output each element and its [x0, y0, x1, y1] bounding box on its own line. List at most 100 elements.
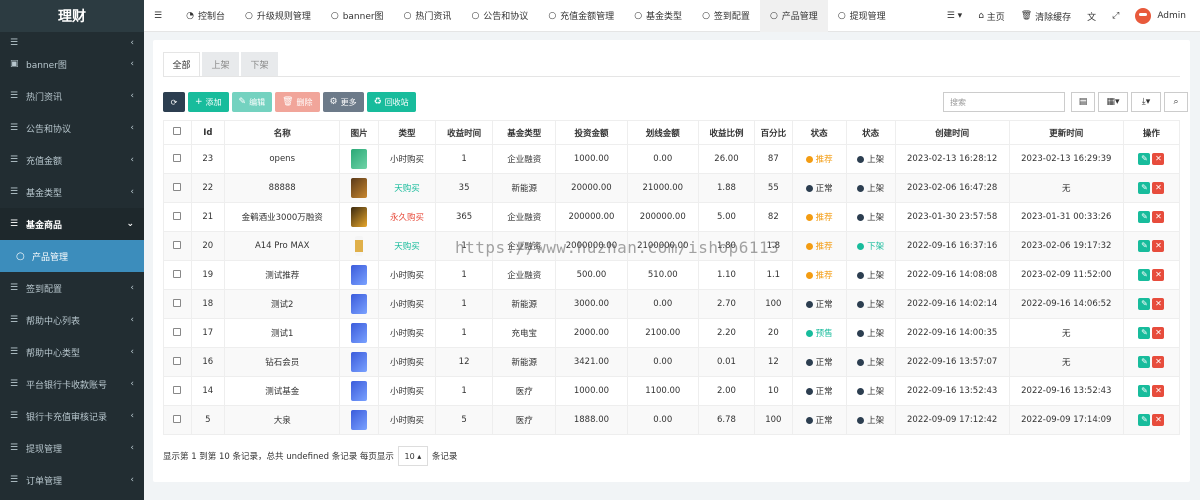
edit-button[interactable]: ✎ 编辑 [231, 92, 273, 112]
column-header[interactable]: 状态 [845, 120, 896, 145]
sidebar-item-6[interactable]: ☰ 基金商品 ⌄ [0, 208, 144, 240]
row-edit-button[interactable]: ✎ [1138, 385, 1151, 397]
top-tab-2[interactable]: ○ banner图 [321, 0, 394, 32]
columns-button[interactable]: ▦▾ [1098, 92, 1128, 112]
row-checkbox[interactable] [173, 269, 182, 278]
export-button[interactable]: ⤓▾ [1131, 92, 1161, 112]
table-row[interactable]: 22 88888 天购买 35 新能源 20000.00 21000.00 1.88 55 正常 上… [163, 173, 1181, 203]
table-row[interactable]: 23 opens 小时购买 1 企业融资 1000.00 0.00 26.00 87 推荐 上架 20… [163, 144, 1181, 174]
top-tab-5[interactable]: ○ 充值金额管理 [538, 0, 624, 32]
column-header[interactable]: 创建时间 [894, 120, 1010, 145]
table-row[interactable]: 14 测试基金 小时购买 1 医疗 1000.00 1100.00 2.00 10 正常 上架 202… [163, 376, 1181, 406]
top-tab-4[interactable]: ○ 公告和协议 [461, 0, 538, 32]
table-row[interactable]: 18 测试2 小时购买 1 新能源 3000.00 0.00 2.70 100 正常 上架 2022-… [163, 289, 1181, 319]
sidebar-item-12[interactable]: ☰ 银行卡充值审核记录 ‹ [0, 400, 144, 432]
row-edit-button[interactable]: ✎ [1138, 240, 1151, 252]
clear-cache-button[interactable]: 🗑 清除缓存 [1013, 10, 1079, 23]
row-checkbox[interactable] [173, 327, 182, 336]
row-checkbox[interactable] [173, 414, 182, 423]
sidebar-item-13[interactable]: ☰ 提现管理 ‹ [0, 432, 144, 464]
row-delete-button[interactable]: ✕ [1152, 182, 1165, 194]
sidebar-item-5[interactable]: ☰ 基金类型 ‹ [0, 176, 144, 208]
table-row[interactable]: 20 A14 Pro MAX 天购买 1 企业融资 2000000.00 2100000.0… [163, 231, 1181, 261]
sidebar-item-1[interactable]: ▣ banner图 ‹ [0, 48, 144, 80]
row-edit-button[interactable]: ✎ [1138, 182, 1151, 194]
sidebar-item-11[interactable]: ☰ 平台银行卡收款账号 ‹ [0, 368, 144, 400]
table-row[interactable]: 19 测试推荐 小时购买 1 企业融资 500.00 510.00 1.10 1.1 推荐 上架 20… [163, 260, 1181, 290]
top-tab-0[interactable]: ◔ 控制台 [176, 0, 235, 32]
row-delete-button[interactable]: ✕ [1152, 385, 1165, 397]
table-row[interactable]: 16 钻石会员 小时购买 12 新能源 3421.00 0.00 0.01 12 正常 上架 2022… [163, 347, 1181, 377]
column-header[interactable]: Id [190, 120, 226, 145]
row-edit-button[interactable]: ✎ [1138, 153, 1151, 165]
column-header[interactable]: 操作 [1122, 120, 1181, 145]
status-tab-2[interactable]: 下架 [241, 52, 278, 76]
row-checkbox[interactable] [173, 385, 182, 394]
toggle-view-button[interactable]: ▤ [1071, 92, 1095, 112]
product-thumbnail[interactable] [355, 236, 364, 256]
row-checkbox[interactable] [173, 182, 182, 191]
column-header[interactable]: 百分比 [753, 120, 793, 145]
sidebar-item-10[interactable]: ☰ 帮助中心类型 ‹ [0, 336, 144, 368]
row-checkbox[interactable] [173, 240, 182, 249]
row-delete-button[interactable]: ✕ [1152, 327, 1165, 339]
sidebar-item-3[interactable]: ☰ 公告和协议 ‹ [0, 112, 144, 144]
product-thumbnail[interactable] [351, 323, 368, 343]
row-delete-button[interactable]: ✕ [1152, 414, 1165, 426]
refresh-button[interactable]: ⟳ [163, 92, 185, 112]
sidebar-item-14[interactable]: ☰ 订单管理 ‹ [0, 464, 144, 496]
row-edit-button[interactable]: ✎ [1138, 269, 1151, 281]
column-header[interactable]: 投资金额 [555, 120, 628, 145]
column-header[interactable]: 类型 [377, 120, 437, 145]
top-tab-3[interactable]: ○ 热门资讯 [394, 0, 462, 32]
row-edit-button[interactable]: ✎ [1138, 414, 1151, 426]
product-thumbnail[interactable] [351, 352, 368, 372]
column-header[interactable]: 更新时间 [1008, 120, 1124, 145]
top-tab-1[interactable]: ○ 升级规则管理 [235, 0, 321, 32]
top-tab-8[interactable]: ○ 产品管理 [759, 0, 828, 32]
row-delete-button[interactable]: ✕ [1152, 356, 1165, 368]
add-button[interactable]: + 添加 [188, 92, 229, 112]
column-header[interactable]: 基金类型 [492, 120, 557, 145]
sidebar-item-4[interactable]: ☰ 充值金额 ‹ [0, 144, 144, 176]
top-tab-9[interactable]: ○ 提现管理 [828, 0, 896, 32]
sidebar-item-7[interactable]: ○ 产品管理 [0, 240, 144, 272]
page-size-select[interactable]: 10 ▴ [397, 446, 428, 466]
product-thumbnail[interactable] [351, 381, 368, 401]
app-logo[interactable]: 理财 [0, 0, 144, 32]
row-delete-button[interactable]: ✕ [1152, 269, 1165, 281]
row-edit-button[interactable]: ✎ [1138, 298, 1151, 310]
top-tab-6[interactable]: ○ 基金类型 [624, 0, 692, 32]
row-edit-button[interactable]: ✎ [1138, 327, 1151, 339]
sidebar-item-8[interactable]: ☰ 签到配置 ‹ [0, 272, 144, 304]
row-checkbox[interactable] [173, 298, 182, 307]
status-tab-0[interactable]: 全部 [163, 52, 200, 76]
column-header[interactable]: 名称 [224, 120, 341, 145]
row-checkbox[interactable] [173, 211, 182, 220]
recycle-bin-button[interactable]: ♻ 回收站 [366, 92, 416, 112]
delete-button[interactable]: 🗑 删除 [275, 92, 320, 112]
sidebar-toggle-button[interactable]: ☰ [144, 0, 176, 32]
column-header[interactable]: 图片 [339, 120, 379, 145]
column-header[interactable]: 收益时间 [435, 120, 494, 145]
row-checkbox[interactable] [173, 356, 182, 365]
row-edit-button[interactable]: ✎ [1138, 356, 1151, 368]
column-header[interactable]: 状态 [791, 120, 847, 145]
table-row[interactable]: 5 大泉 小时购买 5 医疗 1888.00 0.00 6.78 100 正常 上架 2022-09-… [163, 405, 1181, 435]
select-all-checkbox[interactable] [173, 127, 182, 135]
home-link[interactable]: ⌂ 主页 [970, 10, 1013, 23]
user-menu[interactable]: Admin [1127, 8, 1200, 24]
product-thumbnail[interactable] [351, 178, 368, 198]
row-edit-button[interactable]: ✎ [1138, 211, 1151, 223]
product-thumbnail[interactable] [351, 149, 368, 169]
row-delete-button[interactable]: ✕ [1152, 298, 1165, 310]
fullscreen-button[interactable]: ⤢ [1104, 11, 1127, 21]
sidebar-item-2[interactable]: ☰ 热门资讯 ‹ [0, 80, 144, 112]
row-delete-button[interactable]: ✕ [1152, 153, 1165, 165]
status-tab-1[interactable]: 上架 [202, 52, 239, 76]
product-thumbnail[interactable] [351, 265, 368, 285]
sidebar-item-0[interactable]: ☰ ‹ [0, 32, 144, 48]
column-header[interactable]: 划线金额 [626, 120, 699, 145]
language-button[interactable]: 文 [1079, 10, 1104, 23]
tabs-menu-button[interactable]: ☰ ▾ [939, 11, 970, 21]
